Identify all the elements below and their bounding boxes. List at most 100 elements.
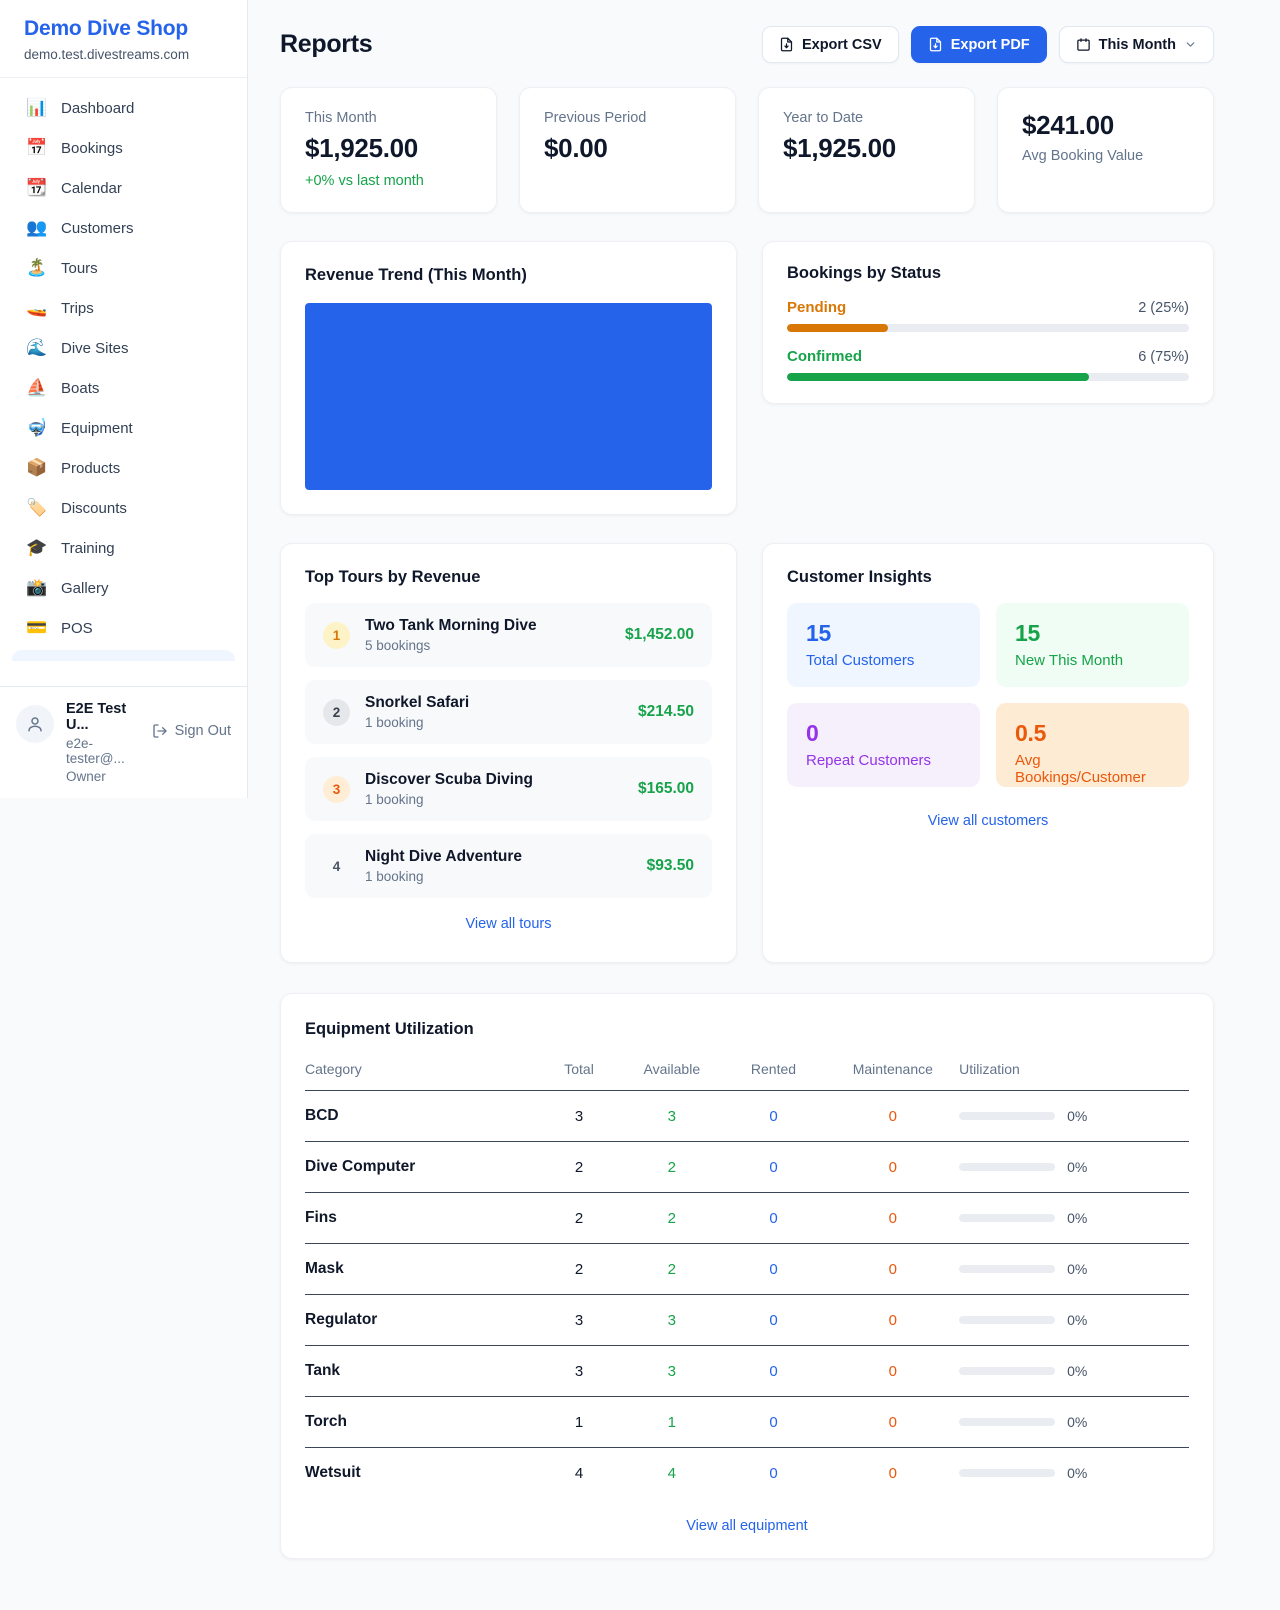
dashboard-icon: 📊 <box>26 98 48 118</box>
page-title: Reports <box>280 30 372 59</box>
table-row: Regulator 3 3 0 0 0% <box>305 1295 1189 1346</box>
utilization-cell: 0% <box>959 1312 1189 1328</box>
sidebar-item-gallery[interactable]: 📸 Gallery <box>12 568 235 608</box>
period-label: This Month <box>1099 37 1176 53</box>
stat-change: +0% vs last month <box>305 173 472 189</box>
sign-out-label: Sign Out <box>175 723 231 739</box>
cell-total: 3 <box>535 1295 623 1346</box>
tour-revenue: $214.50 <box>638 703 694 721</box>
cell-total: 3 <box>535 1091 623 1142</box>
stat-label: Year to Date <box>783 110 950 126</box>
revenue-trend-card: Revenue Trend (This Month) <box>280 241 737 515</box>
utilization-percent: 0% <box>1067 1210 1087 1226</box>
period-dropdown[interactable]: This Month <box>1059 26 1214 63</box>
speedboat-icon: 🚤 <box>26 298 48 318</box>
utilization-cell: 0% <box>959 1210 1189 1226</box>
dive-mask-icon: 🤿 <box>26 418 48 438</box>
sidebar-nav: 📊 Dashboard 📅 Bookings 📆 Calendar 👥 Cust… <box>0 78 247 686</box>
utilization-cell: 0% <box>959 1414 1189 1430</box>
tour-row: 4 Night Dive Adventure 1 booking $93.50 <box>305 834 712 898</box>
sidebar-item-label: POS <box>61 620 93 637</box>
sign-out-button[interactable]: Sign Out <box>152 723 231 739</box>
utilization-cell: 0% <box>959 1159 1189 1175</box>
sidebar-item-reports-active-partial[interactable] <box>12 650 235 661</box>
cell-total: 2 <box>535 1193 623 1244</box>
progress-fill-pending <box>787 324 888 332</box>
revenue-trend-chart <box>305 303 712 490</box>
tile-label: New This Month <box>1015 652 1170 669</box>
sidebar-item-dashboard[interactable]: 📊 Dashboard <box>12 88 235 128</box>
sidebar-item-dive-sites[interactable]: 🌊 Dive Sites <box>12 328 235 368</box>
tag-icon: 🏷️ <box>26 498 48 518</box>
user-email: e2e-tester@... <box>66 736 140 766</box>
stat-cards: This Month $1,925.00 +0% vs last month P… <box>280 87 1214 213</box>
sidebar-item-pos[interactable]: 💳 POS <box>12 608 235 648</box>
export-csv-button[interactable]: Export CSV <box>762 26 899 63</box>
equipment-table: Category Total Available Rented Maintena… <box>305 1047 1189 1498</box>
sidebar-item-training[interactable]: 🎓 Training <box>12 528 235 568</box>
stat-card-year-to-date: Year to Date $1,925.00 <box>758 87 975 213</box>
logout-icon <box>152 723 168 739</box>
brand-block: Demo Dive Shop demo.test.divestreams.com <box>0 0 247 78</box>
customer-insights-title: Customer Insights <box>787 568 1189 587</box>
status-row-pending: Pending 2 (25%) <box>787 299 1189 332</box>
equipment-utilization-card: Equipment Utilization Category Total Ava… <box>280 993 1214 1559</box>
cell-available: 1 <box>623 1397 720 1448</box>
col-header-available: Available <box>623 1047 720 1091</box>
cell-available: 3 <box>623 1346 720 1397</box>
utilization-cell: 0% <box>959 1465 1189 1481</box>
utilization-cell: 0% <box>959 1261 1189 1277</box>
table-header-row: Category Total Available Rented Maintena… <box>305 1047 1189 1091</box>
stat-value: $241.00 <box>1022 110 1189 141</box>
top-tours-title: Top Tours by Revenue <box>305 568 712 587</box>
insight-tiles: 15 Total Customers 15 New This Month 0 R… <box>787 603 1189 787</box>
tour-revenue: $93.50 <box>647 857 694 875</box>
export-pdf-button[interactable]: Export PDF <box>911 26 1047 63</box>
wave-icon: 🌊 <box>26 338 48 358</box>
sidebar-item-trips[interactable]: 🚤 Trips <box>12 288 235 328</box>
insights-row: Top Tours by Revenue 1 Two Tank Morning … <box>280 543 1214 963</box>
main-content: Reports Export CSV <box>248 0 1280 1599</box>
progress-fill-confirmed <box>787 373 1089 381</box>
sidebar-item-products[interactable]: 📦 Products <box>12 448 235 488</box>
tour-row: 2 Snorkel Safari 1 booking $214.50 <box>305 680 712 744</box>
progress-track <box>787 373 1189 381</box>
tour-revenue: $165.00 <box>638 780 694 798</box>
sailboat-icon: ⛵ <box>26 378 48 398</box>
sidebar-item-calendar[interactable]: 📆 Calendar <box>12 168 235 208</box>
table-row: Tank 3 3 0 0 0% <box>305 1346 1189 1397</box>
cell-maintenance: 0 <box>827 1091 960 1142</box>
person-icon <box>26 715 44 733</box>
rank-badge: 3 <box>323 776 350 803</box>
app-root: Demo Dive Shop demo.test.divestreams.com… <box>0 0 1280 1599</box>
sidebar-item-label: Dashboard <box>61 100 134 117</box>
rank-badge: 4 <box>323 853 350 880</box>
cell-available: 3 <box>623 1295 720 1346</box>
sidebar-item-label: Dive Sites <box>61 340 129 357</box>
cell-rented: 0 <box>720 1193 826 1244</box>
cell-maintenance: 0 <box>827 1244 960 1295</box>
view-all-equipment-link[interactable]: View all equipment <box>305 1518 1189 1534</box>
cell-rented: 0 <box>720 1244 826 1295</box>
sidebar-item-label: Trips <box>61 300 94 317</box>
progress-track <box>787 324 1189 332</box>
camera-icon: 📸 <box>26 578 48 598</box>
user-panel: E2E Test U... e2e-tester@... Owner Sign … <box>0 686 247 798</box>
sidebar-item-equipment[interactable]: 🤿 Equipment <box>12 408 235 448</box>
sidebar-item-discounts[interactable]: 🏷️ Discounts <box>12 488 235 528</box>
sidebar-item-customers[interactable]: 👥 Customers <box>12 208 235 248</box>
col-header-category: Category <box>305 1047 535 1091</box>
view-all-tours-link[interactable]: View all tours <box>305 916 712 932</box>
status-row-confirmed: Confirmed 6 (75%) <box>787 348 1189 381</box>
sidebar-item-bookings[interactable]: 📅 Bookings <box>12 128 235 168</box>
view-all-customers-link[interactable]: View all customers <box>787 813 1189 829</box>
sidebar-item-tours[interactable]: 🏝️ Tours <box>12 248 235 288</box>
tour-row: 3 Discover Scuba Diving 1 booking $165.0… <box>305 757 712 821</box>
cell-total: 4 <box>535 1448 623 1499</box>
cell-available: 2 <box>623 1193 720 1244</box>
cell-category: Wetsuit <box>305 1448 535 1499</box>
sidebar-item-boats[interactable]: ⛵ Boats <box>12 368 235 408</box>
tile-new-this-month: 15 New This Month <box>996 603 1189 687</box>
cell-maintenance: 0 <box>827 1397 960 1448</box>
shop-name: Demo Dive Shop <box>24 17 223 41</box>
